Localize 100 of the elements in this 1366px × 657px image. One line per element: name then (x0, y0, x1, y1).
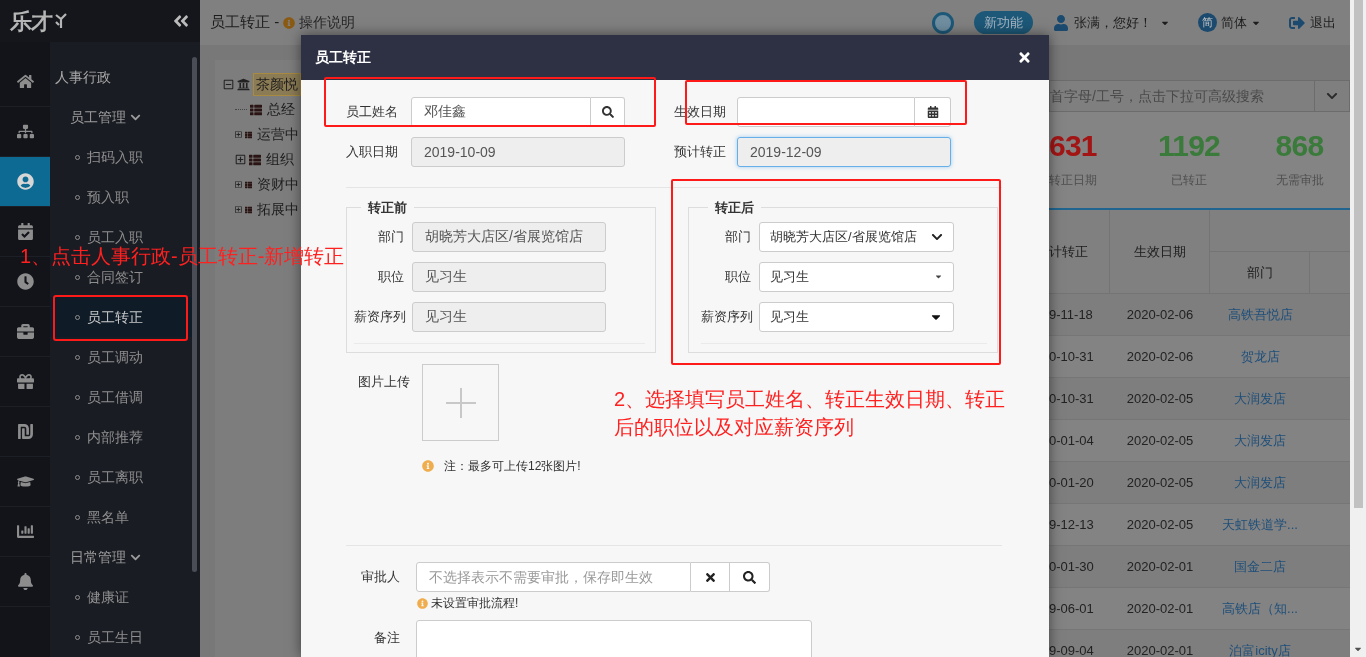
building-icon (237, 78, 250, 91)
field-label: 图片上传 (357, 373, 411, 391)
salary-grade-field[interactable]: 见习生 (412, 301, 606, 332)
annotation-text: 2、选择填写员工姓名、转正生效日期、转正后的职位以及对应薪资序列 (614, 387, 1007, 440)
employee-name-field[interactable]: 邓佳鑫 (411, 97, 591, 127)
table-cell-text: 9-12-13 (1049, 515, 1095, 534)
list-icon (250, 103, 262, 116)
menu-item[interactable]: 扫码入职 (50, 145, 192, 169)
info-icon (422, 460, 434, 472)
user-icon (16, 173, 34, 190)
expand-icon[interactable] (235, 154, 246, 165)
user-icon (1053, 14, 1069, 31)
logout-icon (1289, 14, 1305, 31)
upload-note: 注：最多可上传12张图片! (444, 458, 581, 475)
collapse-icon[interactable] (172, 12, 190, 30)
panel-legend: 转正前 (361, 198, 414, 218)
column-header: 生效日期 (1133, 242, 1186, 261)
menu-item[interactable]: 内部推荐 (50, 425, 192, 449)
dialog-title: 员工转正 (315, 48, 371, 67)
menu-group[interactable]: 员工管理 (50, 97, 192, 137)
panel-legend: 转正后 (708, 198, 761, 218)
expand-icon[interactable] (235, 129, 242, 140)
table-cell-text: 2020-02-05 (1125, 389, 1195, 408)
list-icon (249, 153, 261, 166)
search-button[interactable] (730, 562, 770, 592)
menu-group[interactable]: 日常管理 (50, 537, 192, 577)
table-cell-text: 2020-02-06 (1125, 347, 1195, 366)
salary-grade-select[interactable]: 见习生 (759, 301, 954, 332)
table-cell-text: 2020-02-05 (1125, 473, 1195, 492)
field-label: 部门 (377, 227, 405, 246)
search-icon (743, 570, 756, 584)
plus-icon (444, 386, 477, 419)
table-cell-text: 2020-02-01 (1125, 641, 1195, 657)
warning-icon (417, 597, 428, 609)
table-cell-text: 0-01-20 (1049, 473, 1095, 492)
effective-date-field[interactable] (737, 97, 915, 127)
bar-chart-icon (16, 523, 34, 540)
tree-node[interactable]: 拓展中 (255, 199, 301, 220)
field-label: 入职日期 (346, 143, 399, 162)
search-button[interactable] (591, 97, 625, 127)
position-field[interactable]: 见习生 (412, 261, 606, 292)
user-greeting[interactable]: 张满，您好！ (1074, 12, 1152, 33)
field-label: 审批人 (360, 568, 401, 587)
new-feature-badge[interactable]: 新功能 (974, 10, 1033, 35)
menu-item[interactable]: 合同签订 (50, 265, 192, 289)
help-link[interactable]: 操作说明 (299, 12, 356, 33)
page-title: 员工转正 - (210, 12, 280, 33)
collapse-icon[interactable] (223, 79, 234, 90)
approver-field[interactable]: 不选择表示不需要审批，保存即生效 (416, 562, 691, 592)
logout-link[interactable]: 退出 (1310, 12, 1336, 33)
table-cell-text: 2020-02-01 (1125, 557, 1195, 576)
menu-item[interactable]: 员工转正 (50, 297, 192, 337)
tree-node[interactable]: 茶颜悦 (253, 73, 301, 96)
table-cell-text: 9-11-18 (1049, 305, 1094, 324)
field-label: 薪资序列 (701, 307, 754, 326)
table-cell-text: 2020-02-01 (1125, 599, 1195, 618)
menu-item[interactable]: 员工生日 (50, 625, 192, 649)
calendar-check-icon (16, 223, 34, 240)
menu-item[interactable]: 员工调动 (50, 345, 192, 369)
column-header: 计转正 (1049, 242, 1088, 261)
calendar-icon (926, 106, 939, 118)
position-select[interactable]: 见习生 (759, 261, 954, 292)
expand-icon[interactable] (235, 204, 242, 215)
menu-item[interactable]: 员工离职 (50, 465, 192, 489)
department-field[interactable]: 胡晓芳大店区/省展览馆店 (412, 221, 606, 252)
stat-value: 868 (1275, 131, 1324, 161)
tree-node[interactable]: 总经 (265, 99, 297, 120)
scrollbar-thumb[interactable] (1353, 0, 1363, 508)
department-select[interactable]: 胡晓芳大店区/省展览馆店 (759, 221, 954, 252)
rail-button[interactable] (0, 157, 50, 207)
menu-item[interactable]: 员工借调 (50, 385, 192, 409)
tree-node[interactable]: 运营中 (255, 124, 301, 145)
field-label: 部门 (724, 227, 752, 246)
dropdown-button[interactable] (1315, 80, 1350, 112)
clock-icon (16, 273, 34, 290)
tree-node[interactable]: 组织 (264, 149, 296, 170)
field-label: 备注 (373, 629, 401, 647)
chevron-icon (1326, 90, 1338, 102)
calendar-button[interactable] (915, 97, 951, 127)
gift-icon (16, 373, 34, 390)
sitemap-icon (16, 123, 34, 140)
table-cell-text: 0-01-30 (1049, 557, 1095, 576)
expand-icon[interactable] (235, 179, 242, 190)
field-label: 员工姓名 (346, 103, 399, 122)
tree-node[interactable]: 资财中 (255, 174, 301, 195)
search-icon (601, 106, 614, 118)
language-menu[interactable]: 简体 (1221, 12, 1247, 33)
briefcase-icon (16, 323, 34, 340)
clear-button[interactable] (691, 562, 730, 592)
clear-icon (703, 570, 717, 584)
menu-item[interactable]: 健康证 (50, 585, 192, 609)
close-icon[interactable] (1017, 50, 1032, 65)
logo-mark-icon (53, 13, 68, 29)
table-cell-text: 2020-02-05 (1125, 431, 1195, 450)
table-cell-text: 0-10-31 (1049, 389, 1095, 408)
menu-item[interactable]: 黑名单 (50, 505, 192, 529)
caret-icon (934, 272, 943, 281)
stat-value: 1192 (1157, 131, 1221, 161)
stat-value: 631 (1049, 131, 1097, 161)
menu-item[interactable]: 预入职 (50, 185, 192, 209)
